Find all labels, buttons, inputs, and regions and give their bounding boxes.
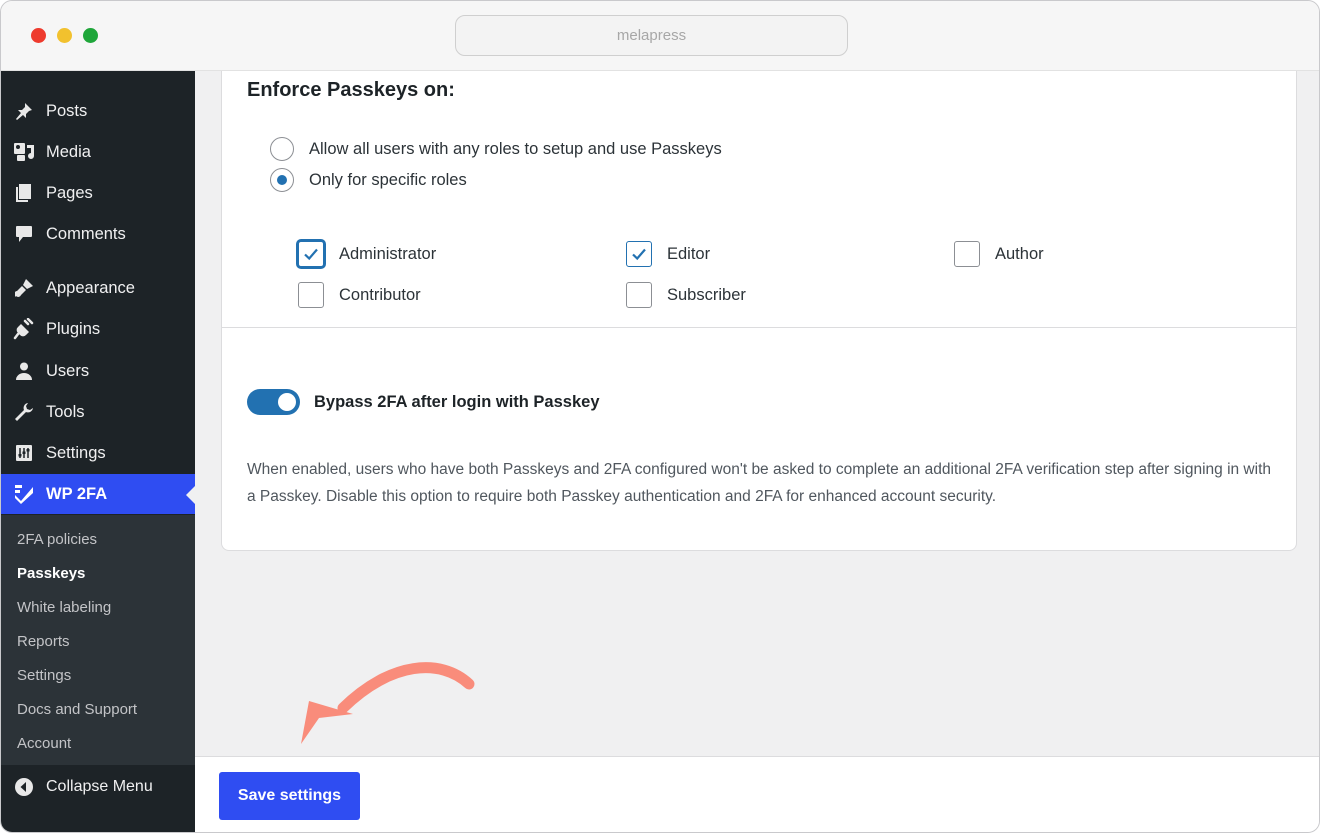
checkbox-label: Subscriber bbox=[667, 285, 746, 304]
checkbox[interactable] bbox=[626, 241, 652, 267]
sidebar-item-label: Media bbox=[46, 142, 91, 161]
collapse-arrow-icon bbox=[14, 777, 34, 797]
comment-icon bbox=[13, 223, 35, 245]
submenu-item-reports[interactable]: Reports bbox=[17, 633, 70, 650]
sidebar-item-users[interactable]: Users bbox=[1, 351, 195, 391]
media-icon bbox=[13, 141, 35, 163]
submenu-item-2fa-policies[interactable]: 2FA policies bbox=[17, 531, 97, 548]
annotation-arrow-icon bbox=[301, 662, 475, 744]
wrench-icon bbox=[13, 401, 35, 423]
save-settings-button[interactable]: Save settings bbox=[219, 772, 360, 820]
submenu-item-white-labeling[interactable]: White labeling bbox=[17, 599, 111, 616]
radio-specific-roles[interactable]: Only for specific roles bbox=[270, 168, 467, 192]
role-checkbox-subscriber[interactable]: Subscriber bbox=[626, 282, 746, 308]
sidebar-item-label: Settings bbox=[46, 443, 106, 462]
user-icon bbox=[13, 360, 35, 382]
submenu-item-account[interactable]: Account bbox=[17, 735, 71, 752]
role-checkbox-administrator[interactable]: Administrator bbox=[298, 241, 436, 267]
sidebar-item-media[interactable]: Media bbox=[1, 132, 195, 172]
admin-sidebar: Posts Media Pages Comments Appearance Pl… bbox=[1, 71, 195, 832]
radio-all-users[interactable]: Allow all users with any roles to setup … bbox=[270, 137, 722, 161]
sidebar-item-label: Comments bbox=[46, 224, 126, 243]
sidebar-item-label: WP 2FA bbox=[46, 484, 108, 503]
radio-label: Allow all users with any roles to setup … bbox=[309, 139, 722, 158]
active-indicator bbox=[186, 486, 195, 504]
passkeys-settings-card: Enforce Passkeys on: Allow all users wit… bbox=[221, 71, 1297, 551]
browser-window: melapress Posts Media Pages Comments App… bbox=[0, 0, 1320, 833]
checkbox-label: Administrator bbox=[339, 244, 437, 263]
wp2fa-icon bbox=[13, 483, 35, 505]
minimize-window-button[interactable] bbox=[57, 28, 72, 43]
sidebar-item-appearance[interactable]: Appearance bbox=[1, 268, 195, 308]
sidebar-item-tools[interactable]: Tools bbox=[1, 392, 195, 432]
sidebar-item-label: Users bbox=[46, 361, 90, 380]
title-bar: melapress bbox=[1, 1, 1319, 71]
checkbox[interactable] bbox=[954, 241, 980, 267]
role-checkbox-contributor[interactable]: Contributor bbox=[298, 282, 421, 308]
bypass-description: When enabled, users who have both Passke… bbox=[247, 461, 1271, 505]
submenu-item-settings[interactable]: Settings bbox=[17, 667, 71, 684]
collapse-menu-button[interactable]: Collapse Menu bbox=[1, 767, 195, 807]
radio-button[interactable] bbox=[270, 168, 294, 192]
section-title: Enforce Passkeys on: bbox=[247, 79, 455, 101]
pin-icon bbox=[13, 100, 35, 122]
role-checkbox-author[interactable]: Author bbox=[954, 241, 1044, 267]
address-bar[interactable]: melapress bbox=[455, 15, 848, 56]
sidebar-item-pages[interactable]: Pages bbox=[1, 173, 195, 213]
submenu-item-docs-and-support[interactable]: Docs and Support bbox=[17, 701, 137, 718]
submenu-item-passkeys[interactable]: Passkeys bbox=[17, 565, 85, 582]
checkbox[interactable] bbox=[298, 241, 324, 267]
sidebar-item-wp-2fa[interactable]: WP 2FA bbox=[1, 474, 195, 514]
sidebar-item-label: Appearance bbox=[46, 278, 135, 297]
role-checkbox-editor[interactable]: Editor bbox=[626, 241, 710, 267]
checkbox-label: Author bbox=[995, 244, 1044, 263]
checkbox[interactable] bbox=[626, 282, 652, 308]
checkbox-label: Editor bbox=[667, 244, 711, 263]
sidebar-item-label: Tools bbox=[46, 402, 85, 421]
radio-label: Only for specific roles bbox=[309, 170, 467, 189]
plug-icon bbox=[13, 318, 35, 340]
check-icon bbox=[304, 248, 318, 261]
address-text: melapress bbox=[616, 27, 687, 44]
bypass-2fa-toggle[interactable] bbox=[247, 389, 300, 415]
section-divider bbox=[222, 327, 1296, 328]
collapse-menu-label: Collapse Menu bbox=[46, 778, 153, 795]
close-window-button[interactable] bbox=[31, 28, 46, 43]
checkbox[interactable] bbox=[298, 282, 324, 308]
sidebar-item-label: Plugins bbox=[46, 319, 101, 338]
sidebar-item-label: Posts bbox=[46, 101, 88, 120]
pages-icon bbox=[13, 182, 35, 204]
sidebar-item-posts[interactable]: Posts bbox=[1, 91, 195, 131]
settings-footer: Save settings bbox=[195, 756, 1319, 832]
sidebar-item-label: Pages bbox=[46, 183, 93, 202]
check-icon bbox=[632, 248, 646, 261]
sidebar-item-comments[interactable]: Comments bbox=[1, 214, 195, 254]
radio-button[interactable] bbox=[270, 137, 294, 161]
maximize-window-button[interactable] bbox=[83, 28, 98, 43]
sliders-icon bbox=[13, 442, 35, 464]
wp-2fa-submenu: 2FA policies Passkeys White labeling Rep… bbox=[1, 515, 195, 765]
checkbox-label: Contributor bbox=[339, 285, 421, 304]
brush-icon bbox=[13, 277, 35, 299]
bypass-2fa-label: Bypass 2FA after login with Passkey bbox=[314, 393, 600, 411]
sidebar-item-settings[interactable]: Settings bbox=[1, 433, 195, 473]
sidebar-item-plugins[interactable]: Plugins bbox=[1, 309, 195, 349]
